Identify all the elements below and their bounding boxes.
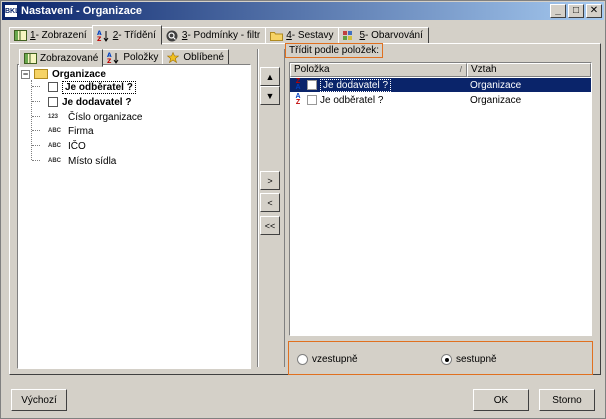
app-icon: BKL xyxy=(4,4,19,18)
subtab-polozky[interactable]: AZ Položky xyxy=(102,49,164,65)
star-icon xyxy=(167,51,180,63)
move-up-button[interactable]: ▲ xyxy=(260,67,280,86)
sort-az-icon: AZ xyxy=(97,30,110,43)
collapse-icon[interactable]: − xyxy=(21,69,30,79)
tree-item-ico[interactable]: ABC IČO xyxy=(48,139,86,153)
text-type-icon: ABC xyxy=(48,143,61,149)
tab-sestavy[interactable]: 4- Sestavy xyxy=(265,27,340,44)
settings-window: BKL Nastavení - Organizace _ □ ✕ 1- Zobr… xyxy=(0,0,606,419)
column-header-vztah[interactable]: Vztah xyxy=(467,63,591,77)
field-tree[interactable]: − Organizace Je odběratel ? Je dodavatel… xyxy=(17,64,251,369)
number-type-icon: 123 xyxy=(48,114,59,120)
tree-item-firma[interactable]: ABC Firma xyxy=(48,124,94,138)
sort-order-group: vzestupně sestupně xyxy=(288,341,593,375)
grid-row-je-odberatel[interactable]: AZ Je odběratel ? Organizace xyxy=(290,93,591,107)
window-title: Nastavení - Organizace xyxy=(21,5,143,17)
columns-icon xyxy=(24,52,37,64)
tree-item-cislo-organizace[interactable]: 123 Číslo organizace xyxy=(48,110,142,124)
tab-podminky[interactable]: 3- Podmínky - filtr xyxy=(160,27,267,44)
main-tabs: 1- Zobrazení AZ 2- Třídění 3- Podmínky -… xyxy=(9,25,429,45)
radio-vzestupne[interactable]: vzestupně xyxy=(297,354,358,365)
radio-sestupne[interactable]: sestupně xyxy=(441,354,497,365)
sort-by-label: Třídit podle položek: xyxy=(285,43,384,58)
text-type-icon: ABC xyxy=(48,128,61,134)
move-down-button[interactable]: ▼ xyxy=(260,86,280,105)
default-button[interactable]: Výchozí xyxy=(11,389,67,411)
subtab-zobrazovane[interactable]: Zobrazované xyxy=(19,49,104,67)
sort-descending-icon: ZA xyxy=(295,78,301,91)
report-folder-icon xyxy=(270,30,284,41)
checkbox-icon xyxy=(48,97,58,107)
window-controls: _ □ ✕ xyxy=(550,4,602,18)
tree-root[interactable]: − Organizace xyxy=(21,67,106,81)
text-type-icon: ABC xyxy=(48,158,61,164)
sort-az-icon: AZ xyxy=(107,52,120,65)
folder-icon xyxy=(34,69,48,79)
column-header-polozka[interactable]: Položka / xyxy=(290,63,467,77)
sort-ascending-icon: AZ xyxy=(295,93,301,106)
subtab-oblibene[interactable]: Oblíbené xyxy=(162,49,229,65)
remove-button[interactable]: < xyxy=(260,193,280,212)
svg-text:Z: Z xyxy=(107,58,112,64)
radio-icon xyxy=(297,354,308,365)
tab-zobrazeni[interactable]: 1- Zobrazení xyxy=(9,27,93,44)
title-bar: BKL Nastavení - Organizace _ □ ✕ xyxy=(2,2,604,20)
add-button[interactable]: > xyxy=(260,171,280,190)
checkbox-icon[interactable] xyxy=(307,95,317,105)
color-palette-icon xyxy=(343,30,356,41)
field-source-tabs: Zobrazované AZ Položky Oblíbené xyxy=(19,49,229,67)
ok-button[interactable]: OK xyxy=(473,389,529,411)
svg-text:Z: Z xyxy=(97,36,102,42)
radio-checked-icon xyxy=(441,354,452,365)
checkbox-icon xyxy=(48,82,58,92)
checkbox-icon[interactable] xyxy=(307,80,317,90)
cancel-button[interactable]: Storno xyxy=(539,389,595,411)
close-button[interactable]: ✕ xyxy=(586,4,602,18)
columns-icon xyxy=(14,30,27,41)
filter-icon xyxy=(166,30,179,42)
sort-fields-grid[interactable]: Položka / Vztah ZA Je dodavatel ? Organi… xyxy=(289,62,592,336)
maximize-button[interactable]: □ xyxy=(568,4,584,18)
tree-line xyxy=(31,80,32,160)
grid-row-je-dodavatel[interactable]: ZA Je dodavatel ? Organizace xyxy=(290,78,591,92)
sort-indicator-icon: / xyxy=(459,65,462,74)
tab-trideni[interactable]: AZ 2- Třídění xyxy=(91,25,162,45)
grid-header: Položka / Vztah xyxy=(290,63,591,77)
minimize-button[interactable]: _ xyxy=(550,4,566,18)
tree-item-je-dodavatel[interactable]: Je dodavatel ? xyxy=(48,95,131,109)
remove-all-button[interactable]: << xyxy=(260,216,280,235)
tree-item-je-odberatel[interactable]: Je odběratel ? xyxy=(48,80,136,94)
tree-item-misto-sidla[interactable]: ABC Místo sídla xyxy=(48,154,116,168)
tab-obarvovani[interactable]: 5- Obarvování xyxy=(338,27,429,44)
